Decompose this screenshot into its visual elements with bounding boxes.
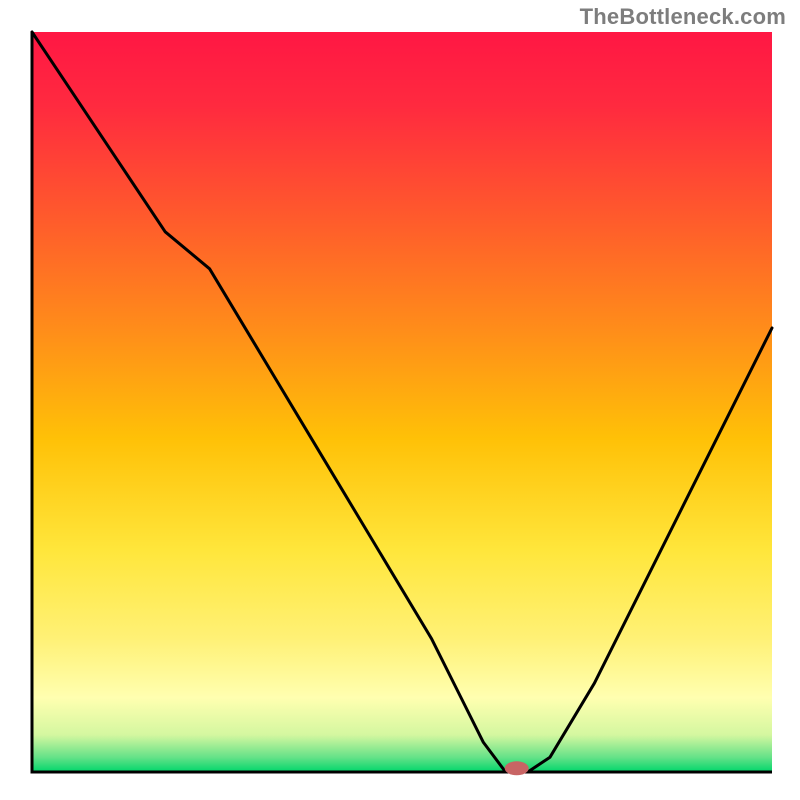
- watermark-label: TheBottleneck.com: [580, 4, 786, 30]
- plot-background: [32, 32, 772, 772]
- optimal-marker-icon: [505, 761, 529, 775]
- bottleneck-chart: [0, 0, 800, 800]
